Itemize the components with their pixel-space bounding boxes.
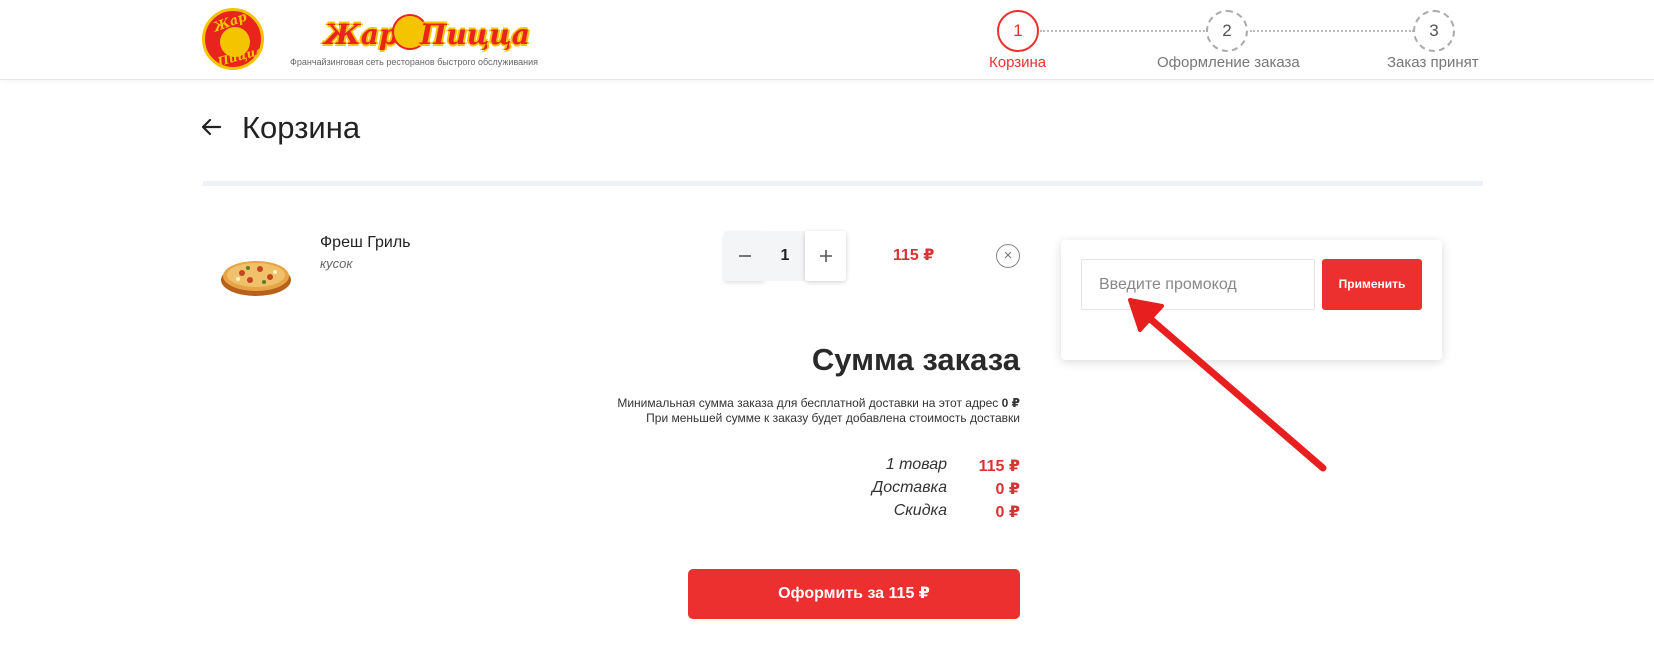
quantity-value: 1 [765, 231, 805, 281]
back-arrow-icon[interactable] [200, 116, 222, 138]
summary-discount-label: Скидка [893, 502, 947, 519]
checkout-button[interactable]: Оформить за 115 ₽ [688, 569, 1020, 619]
steps-connector [1250, 30, 1414, 32]
logo-emblem[interactable]: Жар Пицца [202, 8, 264, 70]
step-3-circle[interactable]: 3 [1413, 10, 1455, 52]
summary-delivery-label: Доставка [871, 479, 947, 496]
logo-word-right: Пицца [420, 18, 530, 51]
step-1-circle[interactable]: 1 [997, 10, 1039, 52]
summary-note-min-order-value: 0 ₽ [1001, 396, 1020, 410]
quantity-stepper: 1 [724, 231, 846, 281]
step-1-label[interactable]: Корзина [989, 54, 1046, 71]
summary-note-min-order-text: Минимальная сумма заказа для бесплатной … [617, 396, 999, 410]
item-price: 115 ₽ [893, 247, 935, 264]
logo-wordmark[interactable]: Жар Пицца [322, 10, 530, 56]
summary-items-value: 115 ₽ [978, 458, 1020, 475]
step-3-label[interactable]: Заказ принят [1387, 54, 1479, 71]
decrease-quantity-button[interactable] [724, 231, 765, 281]
item-name[interactable]: Фреш Гриль [320, 234, 411, 252]
item-variant: кусок [320, 256, 353, 271]
site-header: Жар Пицца Жар Пицца Франчайзинговая сеть… [0, 0, 1654, 80]
summary-discount-value: 0 ₽ [995, 504, 1020, 521]
tagline: Франчайзинговая сеть ресторанов быстрого… [290, 57, 539, 67]
summary-title: Сумма заказа [811, 342, 1020, 377]
increase-quantity-button[interactable] [805, 231, 846, 281]
pizza-image [221, 261, 291, 296]
steps-connector [1040, 30, 1208, 32]
step-2-label[interactable]: Оформление заказа [1157, 54, 1300, 71]
remove-item-button[interactable]: × [996, 244, 1020, 268]
plus-icon [819, 250, 832, 262]
promo-code-input[interactable] [1081, 259, 1315, 310]
promo-card: Применить [1061, 240, 1442, 360]
summary-note-min-order: Минимальная сумма заказа для бесплатной … [617, 396, 1020, 410]
page-title: Корзина [242, 110, 361, 145]
step-2-circle[interactable]: 2 [1206, 10, 1248, 52]
apply-promo-button[interactable]: Применить [1322, 259, 1422, 310]
minus-icon [738, 255, 751, 257]
close-icon: × [1003, 247, 1013, 264]
summary-items-label: 1 товар [885, 456, 947, 473]
divider [203, 181, 1483, 186]
logo-word-left: Жар [324, 18, 399, 51]
summary-delivery-value: 0 ₽ [995, 481, 1020, 498]
summary-note-delivery: При меньшей сумме к заказу будет добавле… [646, 411, 1020, 425]
